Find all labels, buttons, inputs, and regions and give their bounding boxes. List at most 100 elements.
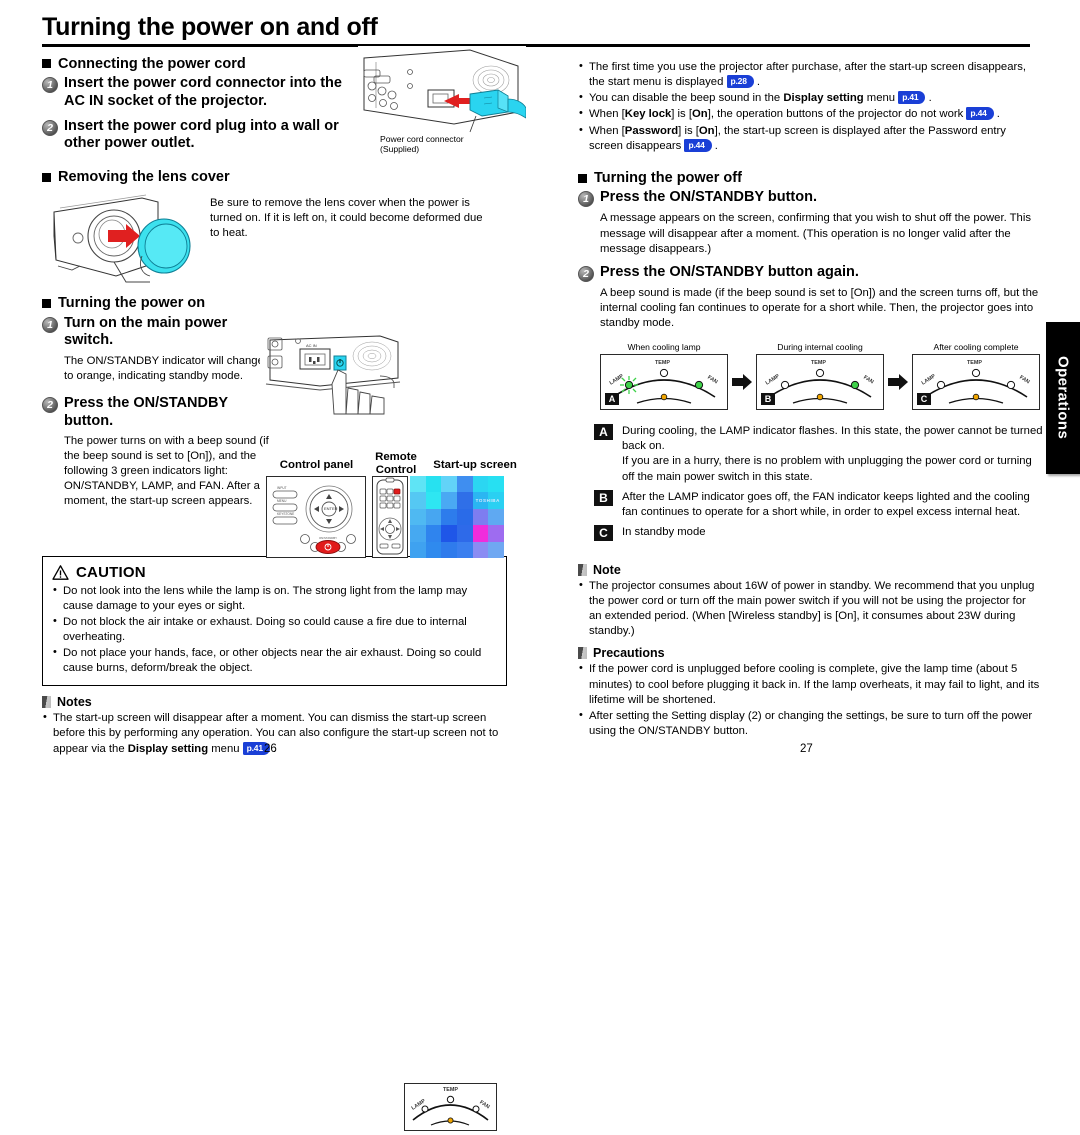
cooling-caption-a: When cooling lamp (627, 342, 701, 353)
side-tab-operations[interactable]: Operations (1046, 322, 1080, 474)
note-text-mid: ] is [ (678, 124, 699, 137)
figure-main-power-switch: AC IN (260, 330, 405, 415)
note-item-mid: menu (208, 742, 243, 755)
step-power-on-1-body: The ON/STANDBY indicator will change to … (64, 354, 264, 382)
page-title: Turning the power on and off (42, 13, 378, 41)
cooling-chip-b: B (761, 393, 775, 406)
note-text: When [ (589, 108, 625, 121)
step-text: Press the ON/STANDBY button again. (600, 263, 859, 280)
note-text-end: . (711, 139, 718, 152)
square-bullet-icon (578, 173, 587, 183)
cooling-chip-c: C (917, 393, 931, 406)
section-heading-label: Removing the lens cover (58, 168, 230, 185)
svg-text:KEYSTONE: KEYSTONE (277, 512, 294, 516)
step-power-off-2-body: A beep sound is made (if the beep sound … (600, 286, 1039, 330)
step-power-off-1-body: A message appears on the screen, confirm… (600, 212, 1031, 255)
figure-remote-control (372, 476, 408, 558)
note-text-mid: ] is [ (671, 108, 692, 121)
precaution-item: If the power cord is unplugged before co… (578, 661, 1040, 707)
step-text: Insert the power cord plug into a wall o… (64, 117, 339, 152)
state-text-c: In standby mode (622, 525, 706, 538)
arrow-right-icon (888, 374, 908, 391)
cooling-figure-b: During internal cooling LAMP TEMP FAN B (756, 342, 884, 411)
svg-text:ON/STANDBY: ON/STANDBY (319, 536, 337, 540)
precautions-heading: Precautions (578, 646, 1048, 660)
cooling-indicator-box-c: LAMP TEMP FAN C (912, 354, 1040, 411)
state-chip-b: B (594, 489, 613, 506)
figure-removing-lens-cover (46, 190, 206, 295)
note-heading: Note (578, 563, 1048, 577)
figure-indicator-panel-standby: LAMP TEMP FAN (404, 1082, 497, 1131)
page-reference-badge[interactable]: p.44 (684, 138, 712, 152)
note-text-mid-2: ], the operation buttons of the projecto… (707, 108, 967, 121)
note-text: When [ (589, 124, 625, 137)
caution-item: Do not block the air intake or exhaust. … (52, 614, 497, 645)
top-note-item: You can disable the beep sound in the Di… (578, 90, 1038, 106)
step-text: Turn on the main power switch. (64, 315, 228, 349)
step-power-off-2: 2 Press the ON/STANDBY button again. (578, 264, 1048, 282)
page-number-left: 26 (264, 743, 277, 755)
note-text: You can disable the beep sound in the (589, 92, 784, 105)
figure-power-cord-connector (358, 46, 527, 146)
top-notes-list: The first time you use the projector aft… (578, 59, 1038, 154)
figure-startup-screen: TOSHIBA (410, 476, 504, 558)
state-description-a: A During cooling, the LAMP indicator fla… (594, 424, 1044, 485)
square-bullet-icon (42, 59, 51, 69)
page-reference-badge[interactable]: p.44 (966, 107, 994, 121)
square-bullet-icon (42, 172, 51, 182)
svg-text:ENTER: ENTER (324, 506, 338, 511)
figure-caption-line2: (Supplied) (380, 144, 420, 155)
note-bold-2: On (691, 108, 708, 121)
toshiba-watermark: TOSHIBA (475, 498, 500, 504)
state-description-list: A During cooling, the LAMP indicator fla… (594, 424, 1044, 541)
step-number-badge: 1 (578, 191, 594, 208)
precaution-item: After setting the Setting display (2) or… (578, 708, 1040, 739)
cooling-indicator-box-a: LAMP TEMP FAN A (600, 354, 728, 411)
figure-caption-line1: Power cord connector (380, 134, 464, 144)
section-heading-label: Turning the power off (594, 169, 742, 186)
startup-screen-color-grid: TOSHIBA (410, 476, 504, 558)
caution-title-row: CAUTION (52, 564, 497, 581)
cooling-figure-c: After cooling complete LAMP TEMP FAN C (912, 342, 1040, 411)
lens-cover-description: Be sure to remove the lens cover when th… (210, 197, 483, 240)
right-page: The first time you use the projector aft… (578, 14, 1048, 755)
arrow-right-icon (732, 374, 752, 391)
page-reference-badge[interactable]: p.41 (898, 91, 926, 105)
caution-item: Do not place your hands, face, or other … (52, 645, 497, 676)
svg-text:AC IN: AC IN (306, 343, 317, 348)
precautions-list: If the power cord is unplugged before co… (578, 661, 1040, 739)
state-chip-c: C (594, 524, 613, 541)
page-reference-badge[interactable]: p.28 (726, 75, 754, 89)
note-marker-icon (578, 563, 587, 576)
top-note-item: When [Password] is [On], the start-up sc… (578, 122, 1038, 154)
step-number-badge: 2 (42, 397, 58, 414)
indicator-label-temp: TEMP (655, 360, 670, 367)
manual-page-spread: Turning the power on and off Connecting … (0, 0, 1080, 1131)
cooling-indicator-box-b: LAMP TEMP FAN B (756, 354, 884, 411)
caution-list: Do not look into the lens while the lamp… (52, 583, 497, 677)
svg-text:INPUT: INPUT (277, 486, 287, 490)
square-bullet-icon (42, 299, 51, 309)
step-text: Insert the power cord connector into the… (64, 75, 342, 109)
note-list: The projector consumes about 16W of powe… (578, 578, 1040, 640)
note-bold-2: On (698, 124, 715, 137)
note-text-end: . (753, 76, 761, 89)
figure-title-control-panel: Control panel (279, 459, 354, 471)
note-marker-icon (42, 696, 51, 709)
cooling-sequence-figures: When cooling lamp LAMP TEMP FAN A During… (600, 342, 1040, 411)
state-text-b: After the LAMP indicator goes off, the F… (622, 490, 1030, 518)
notes-heading: Notes (42, 695, 522, 709)
cooling-figure-a: When cooling lamp LAMP TEMP FAN A (600, 342, 728, 411)
note-item-bold: Display setting (127, 742, 209, 755)
caution-box: CAUTION Do not look into the lens while … (42, 555, 507, 687)
top-note-item: When [Key lock] is [On], the operation b… (578, 106, 1038, 122)
section-heading-label: Connecting the power cord (58, 55, 246, 72)
warning-triangle-icon (52, 564, 69, 580)
note-bold: Display setting (783, 92, 864, 105)
caution-item: Do not look into the lens while the lamp… (52, 583, 497, 614)
page-number-right: 27 (800, 743, 813, 755)
step-number-badge: 1 (42, 317, 58, 334)
note-item: The projector consumes about 16W of powe… (578, 578, 1040, 640)
left-page: Turning the power on and off Connecting … (42, 13, 1030, 1131)
indicator-label-temp: TEMP (443, 1086, 458, 1093)
